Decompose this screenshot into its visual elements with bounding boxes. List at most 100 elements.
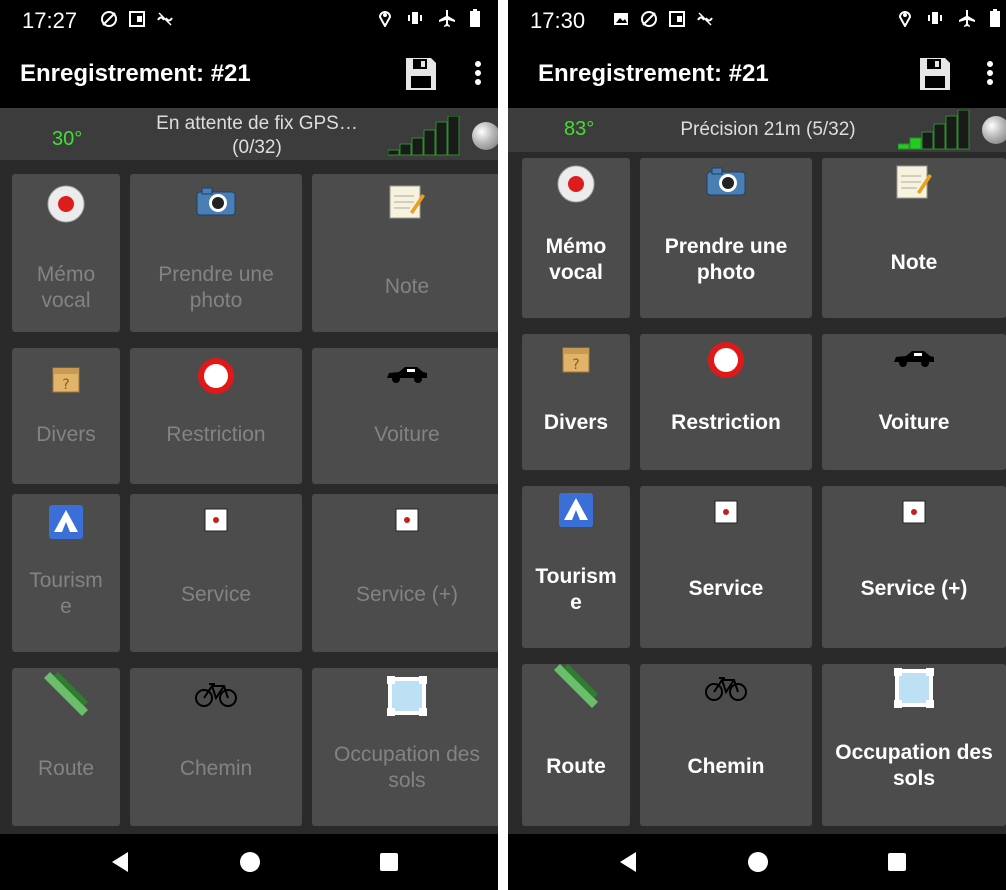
vibrate-icon	[926, 9, 944, 32]
tile-note[interactable]: Note	[312, 174, 498, 332]
tile-occupation-sols[interactable]: Occupation des sols	[822, 664, 1006, 826]
tile-label-line1: Occupation des	[334, 743, 480, 766]
gps-signal-bars-icon	[898, 110, 970, 150]
vibrate-icon	[406, 9, 424, 32]
bicycle-icon	[195, 683, 237, 707]
tile-divers[interactable]: ? Divers	[522, 334, 630, 470]
floppy-disk-icon	[406, 58, 436, 90]
recents-button[interactable]	[380, 853, 398, 871]
gps-status-line1: Précision 21m (5/32)	[680, 119, 856, 140]
tile-label-line1: Prendre une	[664, 235, 788, 258]
home-button[interactable]	[748, 852, 768, 872]
tile-tourisme[interactable]: Tourism e	[522, 486, 630, 648]
campsite-icon	[49, 505, 83, 539]
tile-note[interactable]: Note	[822, 158, 1006, 318]
tile-chemin[interactable]: Chemin	[130, 668, 302, 826]
tile-chemin[interactable]: Chemin	[640, 664, 812, 826]
status-bar: 17:27	[0, 0, 498, 42]
tile-label-line2: photo	[189, 289, 243, 312]
tile-label-line2: vocal	[41, 289, 91, 312]
gps-angle: 83°	[564, 118, 595, 140]
tile-label-line2: e	[60, 595, 72, 618]
campsite-icon	[559, 493, 593, 527]
tile-tourisme[interactable]: Tourism e	[12, 494, 120, 652]
road-icon	[44, 672, 88, 716]
tile-prendre-photo[interactable]: Prendre une photo	[640, 158, 812, 318]
tile-route[interactable]: Route	[12, 668, 120, 826]
mystery-box-icon: ?	[562, 347, 590, 373]
location-icon	[378, 9, 392, 32]
tile-label-line2: sols	[388, 769, 426, 792]
tile-label-line1: Service (+)	[860, 577, 968, 600]
airplane-mode-icon	[438, 9, 456, 32]
mystery-box-icon: ?	[52, 367, 80, 393]
location-icon	[898, 9, 912, 32]
gps-status-line2: (0/32)	[232, 137, 282, 158]
record-icon	[557, 165, 595, 203]
tile-label-line2: photo	[696, 261, 756, 284]
tile-service[interactable]: Service	[130, 494, 302, 652]
back-button[interactable]	[112, 852, 128, 872]
back-button[interactable]	[620, 852, 636, 872]
overflow-menu-button[interactable]	[982, 58, 998, 92]
gps-status-bar: 83° Précision 21m (5/32)	[508, 108, 1006, 152]
tile-label-line1: Voiture	[374, 423, 440, 446]
floppy-disk-icon	[920, 58, 950, 90]
tile-memo-vocal[interactable]: Mémo vocal	[12, 174, 120, 332]
tile-label-line1: Divers	[36, 423, 96, 446]
tile-label-line1: Chemin	[687, 755, 765, 778]
app-bar: Enregistrement: #21	[508, 42, 1006, 108]
tile-divers[interactable]: ? Divers	[12, 348, 120, 484]
tile-label-line1: Occupation des	[835, 741, 993, 764]
svg-text:?: ?	[572, 357, 579, 373]
road-icon	[554, 664, 598, 708]
system-nav-bar	[0, 834, 498, 890]
preset-grid: Mémo vocal Prendre une photo Note ? Divers…	[0, 160, 498, 834]
tile-service-plus[interactable]: Service (+)	[822, 486, 1006, 648]
phone-screen-waiting-fix: 17:27 Enregistrement: #21 30° En attente…	[0, 0, 498, 890]
save-button[interactable]	[404, 56, 438, 92]
overflow-menu-button[interactable]	[470, 58, 486, 92]
tile-label-line1: Note	[890, 251, 938, 274]
save-button[interactable]	[918, 56, 952, 92]
image-icon	[612, 10, 630, 33]
bicycle-icon	[705, 677, 747, 701]
status-time: 17:27	[22, 8, 78, 33]
page-title: Enregistrement: #21	[538, 60, 769, 87]
tile-service[interactable]: Service	[640, 486, 812, 648]
gps-angle: 30°	[52, 128, 83, 150]
landuse-frame-icon	[894, 668, 934, 708]
tile-route[interactable]: Route	[522, 664, 630, 826]
no-entry-sign-icon	[708, 342, 744, 378]
tile-label-line1: Note	[384, 275, 430, 298]
tile-prendre-photo[interactable]: Prendre une photo	[130, 174, 302, 332]
tile-memo-vocal[interactable]: Mémo vocal	[522, 158, 630, 318]
link-off-icon	[696, 10, 714, 33]
tile-voiture[interactable]: Voiture	[312, 348, 498, 484]
service-marker-icon	[902, 500, 926, 524]
gps-status-line1: En attente de fix GPS…	[156, 113, 358, 134]
tile-restriction[interactable]: Restriction	[640, 334, 812, 470]
landuse-frame-icon	[387, 676, 427, 716]
tile-label-line1: Restriction	[166, 423, 266, 446]
tile-label-line1: Restriction	[671, 411, 781, 434]
recents-button[interactable]	[888, 853, 906, 871]
status-bar: 17:30	[508, 0, 1006, 42]
no-entry-sign-icon	[198, 358, 234, 394]
app-bar: Enregistrement: #21	[0, 42, 498, 108]
tile-label-line1: Service	[688, 577, 764, 600]
tile-label-line1: Service (+)	[355, 583, 459, 606]
tile-occupation-sols[interactable]: Occupation des sols	[312, 668, 498, 826]
tile-label-line1: Chemin	[179, 757, 253, 780]
tile-restriction[interactable]: Restriction	[130, 348, 302, 484]
tile-label-line1: Mémo	[545, 235, 607, 258]
tile-label-line1: Tourism	[29, 569, 103, 592]
camera-icon	[706, 167, 746, 196]
tile-service-plus[interactable]: Service (+)	[312, 494, 498, 652]
page-title: Enregistrement: #21	[20, 60, 251, 87]
gps-indicator-icon	[982, 116, 1006, 144]
notepad-icon	[389, 185, 425, 219]
battery-icon	[990, 9, 1000, 32]
home-button[interactable]	[240, 852, 260, 872]
tile-voiture[interactable]: Voiture	[822, 334, 1006, 470]
